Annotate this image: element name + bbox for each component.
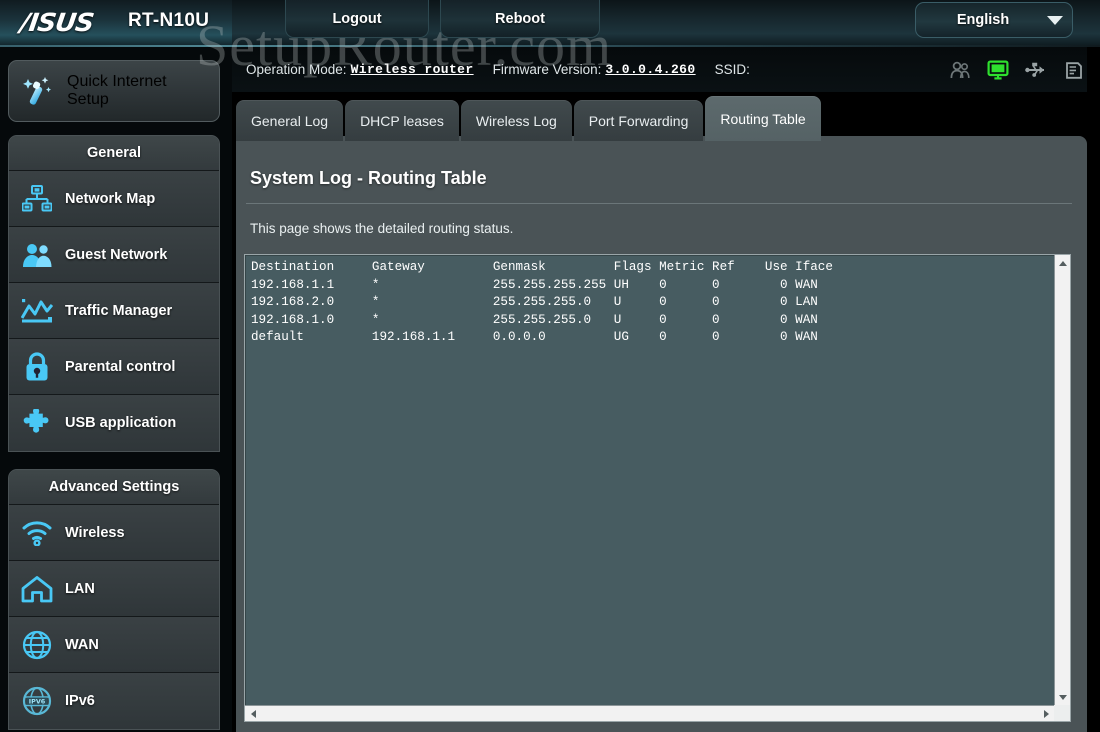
asus-logo: /ISUS: [18, 8, 96, 37]
guest-clients-icon[interactable]: [948, 59, 972, 81]
operation-mode-label: Operation Mode:: [246, 62, 347, 77]
content-panel: System Log - Routing Table This page sho…: [236, 136, 1087, 732]
router-model-name: RT-N10U: [128, 10, 210, 31]
status-icon-tray: [948, 47, 1086, 92]
tab-dhcp-leases[interactable]: DHCP leases: [345, 100, 459, 141]
wifi-icon: [9, 520, 65, 546]
right-edge-filler: [1087, 47, 1100, 732]
magic-wand-icon: [9, 74, 67, 108]
logout-button[interactable]: Logout: [285, 0, 429, 38]
scrollbar-corner: [1054, 705, 1070, 721]
reboot-button[interactable]: Reboot: [440, 0, 600, 38]
routing-table-text: Destination Gateway Genmask Flags Metric…: [251, 260, 833, 344]
quick-internet-setup-button[interactable]: Quick Internet Setup: [8, 60, 220, 122]
arrow-down-icon[interactable]: [1055, 689, 1071, 705]
svg-text:IPV6: IPV6: [29, 697, 46, 705]
sidebar-item-label: USB application: [65, 415, 177, 431]
lock-icon: [9, 351, 65, 382]
sidebar-item-label: Traffic Manager: [65, 302, 173, 319]
sidebar-item-label: Network Map: [65, 190, 156, 207]
sidebar-item-traffic-manager[interactable]: Traffic Manager: [9, 283, 219, 339]
sidebar-item-usb-application[interactable]: USB application: [9, 395, 219, 451]
sidebar-item-wan[interactable]: WAN: [9, 617, 219, 673]
sidebar-item-label: WAN: [65, 636, 99, 653]
network-map-icon: [9, 184, 65, 213]
nav-group-advanced-title: Advanced Settings: [9, 470, 219, 505]
sidebar-item-label: IPv6: [65, 693, 95, 709]
qis-line1: Quick Internet: [67, 73, 167, 90]
sidebar-item-label: Guest Network: [65, 246, 168, 263]
sidebar-item-wireless[interactable]: Wireless: [9, 505, 219, 561]
nav-group-general-title: General: [9, 136, 219, 171]
language-selector[interactable]: English: [915, 2, 1073, 38]
sidebar-item-ipv6[interactable]: IPV6 IPv6: [9, 673, 219, 729]
operation-mode-value-link[interactable]: Wireless router: [351, 62, 474, 77]
router-admin-window: Quick Internet Setup General Network Map…: [0, 0, 1100, 732]
sidebar-item-lan[interactable]: LAN: [9, 561, 219, 617]
arrow-up-icon[interactable]: [1055, 255, 1071, 271]
tab-general-log[interactable]: General Log: [236, 100, 344, 141]
sidebar-item-label: Parental control: [65, 358, 176, 375]
ssid-label: SSID:: [714, 62, 750, 77]
nav-group-advanced-settings: Advanced Settings Wireless LAN WAN IPV6 …: [8, 469, 220, 730]
qis-line2: Setup: [67, 91, 109, 108]
tab-routing-table[interactable]: Routing Table: [705, 96, 821, 141]
chevron-down-icon: [1038, 15, 1072, 25]
ipv6-globe-icon: IPV6: [9, 686, 65, 716]
log-horizontal-scrollbar[interactable]: [245, 705, 1054, 721]
sidebar-item-label: Wireless: [65, 524, 125, 541]
traffic-manager-icon: [9, 298, 65, 324]
log-tabs: General Log DHCP leases Wireless Log Por…: [236, 94, 1100, 141]
connected-client-monitor-icon[interactable]: [986, 59, 1010, 81]
quick-internet-setup-label: Quick Internet Setup: [67, 73, 167, 109]
firmware-version-label: Firmware Version:: [492, 62, 602, 77]
language-selector-label: English: [956, 12, 1010, 28]
tab-port-forwarding[interactable]: Port Forwarding: [573, 100, 704, 141]
sidebar: Quick Internet Setup General Network Map…: [0, 47, 232, 732]
firmware-version-value-link[interactable]: 3.0.0.4.260: [605, 62, 695, 77]
page-title: System Log - Routing Table: [250, 168, 487, 188]
sidebar-item-parental-control[interactable]: Parental control: [9, 339, 219, 395]
globe-icon: [9, 630, 65, 660]
arrow-left-icon[interactable]: [245, 706, 261, 722]
usb-icon[interactable]: [1024, 59, 1048, 81]
sidebar-item-label: LAN: [65, 580, 95, 597]
log-vertical-scrollbar[interactable]: [1054, 255, 1070, 705]
tab-wireless-log[interactable]: Wireless Log: [460, 100, 572, 141]
routing-table-log-box[interactable]: Destination Gateway Genmask Flags Metric…: [244, 254, 1071, 722]
puzzle-piece-icon: [9, 408, 65, 438]
title-divider: [246, 203, 1072, 204]
printer-icon[interactable]: [1062, 59, 1086, 81]
sidebar-item-network-map[interactable]: Network Map: [9, 171, 219, 227]
nav-group-general: General Network Map Guest Network Traffi…: [8, 135, 220, 452]
arrow-right-icon[interactable]: [1038, 706, 1054, 722]
page-description: This page shows the detailed routing sta…: [250, 221, 514, 236]
house-icon: [9, 575, 65, 603]
sidebar-item-guest-network[interactable]: Guest Network: [9, 227, 219, 283]
guest-network-icon: [9, 242, 65, 268]
